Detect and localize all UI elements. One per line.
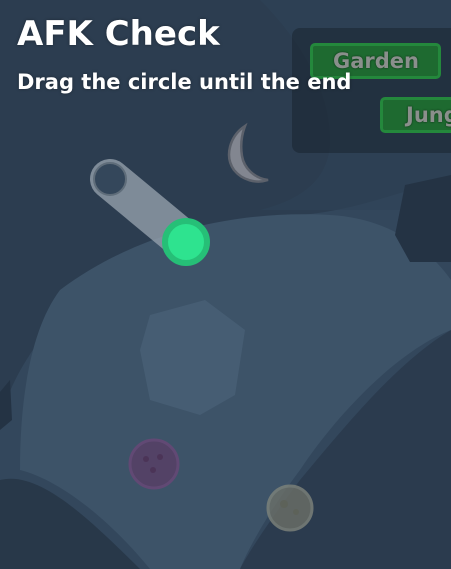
- game-stage: Garden Jungle AFK Check Drag the circle …: [0, 0, 451, 569]
- purple-orb-icon: [128, 438, 180, 490]
- crescent-moon-icon: [227, 122, 269, 183]
- zone-button-jungle[interactable]: Jungle: [380, 97, 451, 133]
- afk-drag-end-target: [93, 162, 127, 196]
- afk-check-instruction: Drag the circle until the end: [17, 70, 352, 94]
- zone-button-label: Jungle: [406, 103, 451, 127]
- grey-orb-icon: [266, 484, 314, 532]
- afk-drag-handle[interactable]: [162, 218, 210, 266]
- afk-drag-slider: [90, 159, 210, 266]
- afk-check-title: AFK Check: [17, 14, 220, 54]
